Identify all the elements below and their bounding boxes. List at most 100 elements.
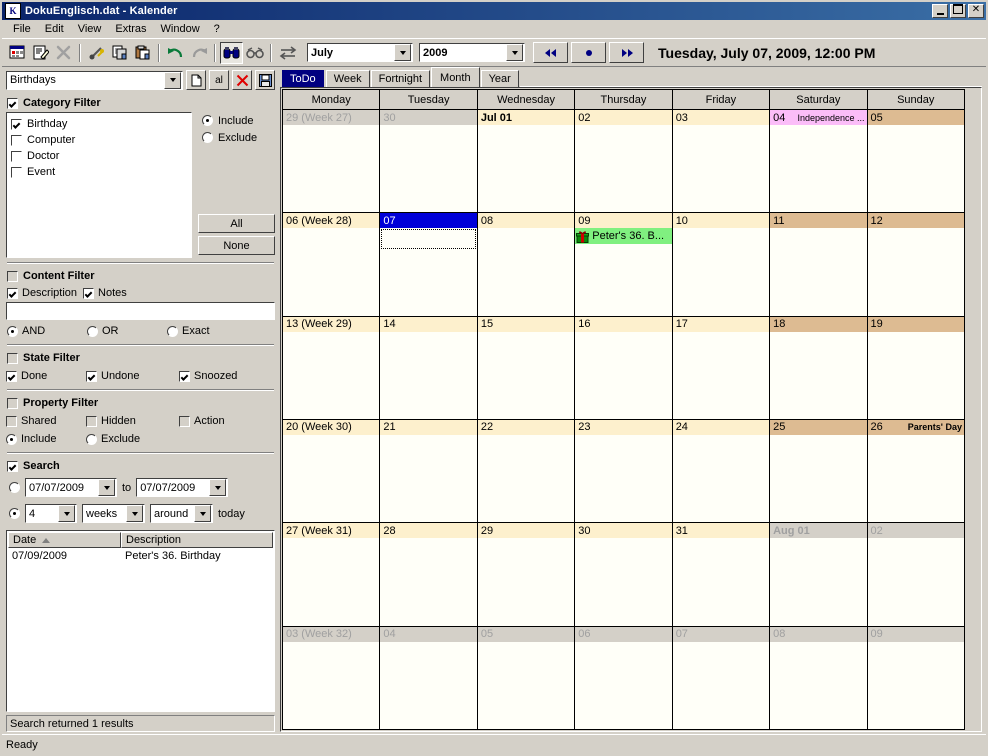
chevron-down-icon[interactable]	[194, 505, 211, 522]
radio-absolute-range[interactable]	[9, 482, 20, 493]
find-next-icon[interactable]	[243, 42, 266, 64]
day-cell[interactable]: 12	[867, 213, 964, 316]
search-unit-select[interactable]: weeks	[82, 504, 145, 523]
chevron-down-icon[interactable]	[164, 71, 181, 89]
edit-entry-icon[interactable]	[29, 42, 52, 64]
resize-grip-icon[interactable]	[972, 738, 986, 752]
action-checkbox[interactable]	[179, 415, 190, 427]
day-body[interactable]	[770, 332, 866, 419]
property-hidden-option[interactable]: Hidden	[86, 415, 179, 427]
state-filter-header[interactable]: State Filter	[7, 352, 275, 364]
menu-window[interactable]: Window	[154, 21, 207, 38]
day-cell[interactable]: 11	[770, 213, 868, 316]
day-body[interactable]	[283, 125, 379, 212]
tab-todo[interactable]: ToDo	[282, 70, 324, 87]
day-body[interactable]	[673, 538, 769, 625]
radio-include[interactable]	[6, 433, 17, 445]
find-icon[interactable]	[220, 41, 243, 64]
day-body[interactable]	[283, 332, 379, 419]
category-list[interactable]: Birthday Computer Doctor Event	[6, 112, 192, 258]
search-direction-select[interactable]: around	[150, 504, 213, 523]
day-body[interactable]	[770, 538, 866, 625]
day-body[interactable]	[380, 538, 476, 625]
day-cell[interactable]: 02	[867, 523, 964, 626]
category-item[interactable]: Doctor	[11, 148, 191, 164]
day-body[interactable]	[770, 125, 866, 212]
category-exclude-option[interactable]: Exclude	[202, 129, 275, 146]
filter-profile-select[interactable]: Birthdays	[6, 70, 183, 90]
shared-checkbox[interactable]	[6, 415, 17, 427]
day-body[interactable]	[380, 228, 476, 315]
year-select[interactable]: 2009	[419, 43, 525, 62]
results-column-date[interactable]: Date	[8, 532, 121, 548]
done-checkbox[interactable]	[6, 370, 17, 382]
category-checkbox[interactable]	[11, 150, 22, 162]
sync-icon[interactable]	[276, 42, 299, 64]
day-cell[interactable]: 14	[380, 316, 478, 419]
property-include-option[interactable]: Include	[6, 433, 86, 445]
day-cell[interactable]: 30	[380, 110, 478, 213]
next-period-button[interactable]	[609, 42, 644, 63]
today-button[interactable]	[571, 42, 606, 63]
day-body[interactable]	[380, 332, 476, 419]
chevron-down-icon[interactable]	[98, 479, 115, 496]
day-body[interactable]	[868, 642, 964, 729]
table-row[interactable]: 07/09/2009 Peter's 36. Birthday	[8, 548, 273, 563]
category-include-option[interactable]: Include	[202, 112, 275, 129]
day-body[interactable]	[380, 125, 476, 212]
day-cell[interactable]: 19	[867, 316, 964, 419]
day-body[interactable]	[575, 642, 671, 729]
menu-view[interactable]: View	[71, 21, 109, 38]
category-checkbox[interactable]	[11, 134, 22, 146]
undone-checkbox[interactable]	[86, 370, 97, 382]
content-filter-header[interactable]: Content Filter	[7, 270, 275, 282]
chevron-down-icon[interactable]	[209, 479, 227, 496]
radio-exact[interactable]	[167, 325, 178, 337]
results-column-description[interactable]: Description	[121, 532, 273, 548]
hidden-checkbox[interactable]	[86, 415, 97, 427]
chevron-down-icon[interactable]	[506, 44, 523, 61]
day-cell[interactable]: 31	[672, 523, 771, 626]
day-body[interactable]	[673, 125, 769, 212]
day-body[interactable]	[575, 435, 671, 522]
day-cell[interactable]: 28	[380, 523, 478, 626]
property-action-option[interactable]: Action	[179, 415, 225, 427]
logic-and-option[interactable]: AND	[7, 325, 87, 337]
redo-icon[interactable]	[187, 42, 210, 64]
day-cell[interactable]: 04 Independence ...	[770, 110, 868, 213]
day-cell[interactable]: 30	[575, 523, 673, 626]
logic-exact-option[interactable]: Exact	[167, 325, 210, 337]
category-checkbox[interactable]	[11, 166, 22, 178]
category-filter-header[interactable]: Category Filter	[7, 97, 275, 109]
day-cell[interactable]: 05	[867, 110, 964, 213]
day-cell[interactable]: 26 Parents' Day	[867, 419, 964, 523]
day-cell[interactable]: 08	[770, 626, 868, 729]
logic-or-option[interactable]: OR	[87, 325, 167, 337]
day-body[interactable]	[868, 332, 964, 419]
property-exclude-option[interactable]: Exclude	[86, 433, 179, 445]
notes-checkbox[interactable]	[83, 287, 95, 299]
day-cell[interactable]: 27 (Week 31)	[283, 523, 381, 626]
day-body[interactable]	[575, 538, 671, 625]
tab-fortnight[interactable]: Fortnight	[370, 70, 431, 87]
day-body[interactable]	[868, 538, 964, 625]
chevron-down-icon[interactable]	[394, 44, 411, 61]
day-body[interactable]	[478, 435, 574, 522]
new-entry-icon[interactable]	[6, 42, 29, 64]
content-query-input[interactable]	[6, 302, 275, 320]
property-shared-option[interactable]: Shared	[6, 415, 86, 427]
day-cell[interactable]: 08	[477, 213, 576, 316]
state-snoozed-option[interactable]: Snoozed	[179, 370, 237, 382]
day-body[interactable]	[283, 538, 379, 625]
day-body[interactable]	[575, 125, 671, 212]
day-cell[interactable]: 29	[477, 523, 576, 626]
day-body[interactable]	[575, 332, 671, 419]
tab-week[interactable]: Week	[325, 70, 370, 87]
minimize-button[interactable]	[932, 4, 948, 18]
radio-or[interactable]	[87, 325, 98, 337]
description-checkbox[interactable]	[7, 287, 18, 299]
search-date-to[interactable]: 07/07/2009	[136, 478, 229, 497]
search-amount-select[interactable]: 4	[25, 504, 77, 523]
day-cell[interactable]: 05	[477, 626, 576, 729]
day-cell[interactable]: 18	[770, 316, 868, 419]
